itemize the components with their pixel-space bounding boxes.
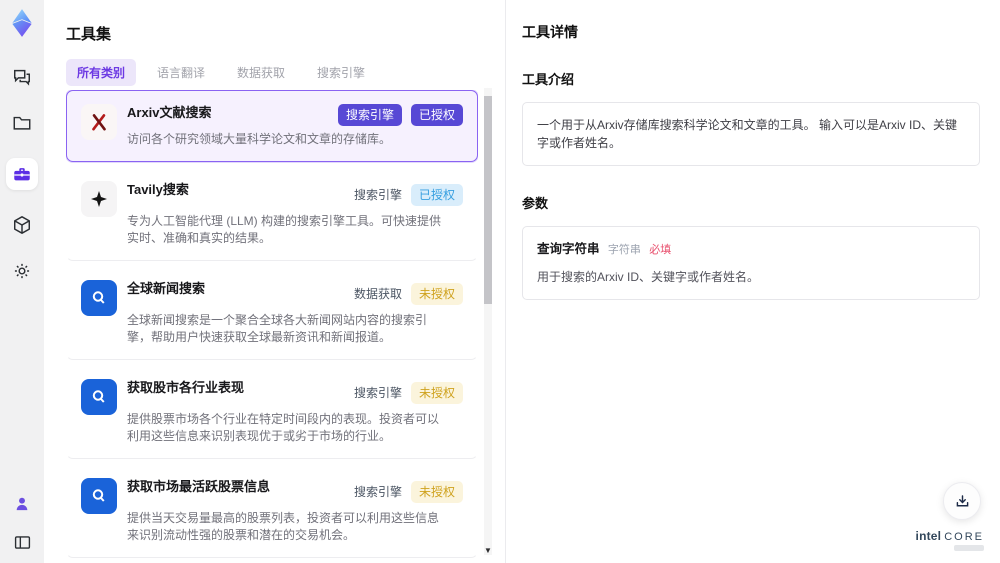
tool-card-global-news[interactable]: 全球新闻搜索 数据获取 未授权 全球新闻搜索是一个聚合全球各大新闻网站内容的搜索… [66,266,478,360]
core-text: CORE [944,531,984,543]
category-label: 搜索引擎 [353,485,402,499]
tool-name: 获取股市各行业表现 [127,380,245,395]
category-label: 数据获取 [353,287,402,301]
intro-box: 一个用于从Arxiv存储库搜索科学论文和文章的工具。 输入可以是Arxiv ID… [522,102,980,166]
tool-name: 获取市场最活跃股票信息 [127,479,271,494]
tool-card-active-stocks[interactable]: 获取市场最活跃股票信息 搜索引擎 未授权 提供当天交易量最高的股票列表，投资者可… [66,464,478,558]
tool-description: 提供当天交易量最高的股票列表，投资者可以利用这些信息来识别流动性强的股票和潜在的… [127,511,440,542]
settings-gear-icon[interactable] [11,260,33,282]
detail-title: 工具详情 [522,24,578,40]
tool-description: 访问各个研究领域大量科学论文和文章的存储库。 [127,132,392,146]
tab-all-categories[interactable]: 所有类别 [66,59,137,86]
auth-status-badge: 已授权 [410,183,463,206]
tab-data-fetch[interactable]: 数据获取 [226,59,296,86]
app-logo [7,8,37,38]
param-name: 查询字符串 [537,242,600,256]
blue-search-logo-icon [81,478,117,514]
auth-status-badge: 未授权 [410,282,463,305]
chat-icon[interactable] [11,66,33,88]
cube-icon[interactable] [11,214,33,236]
toolbox-icon[interactable] [6,158,38,190]
tool-card-arxiv[interactable]: Arxiv文献搜索 搜索引擎 已授权 访问各个研究领域大量科学论文和文章的存储库… [66,90,478,162]
auth-status-badge: 未授权 [410,381,463,404]
intro-heading: 工具介绍 [522,72,575,87]
tool-name: Arxiv文献搜索 [127,105,212,120]
tool-description: 专为人工智能代理 (LLM) 构建的搜索引擎工具。可快速提供实时、准确和真实的结… [127,214,442,245]
category-badge: 搜索引擎 [337,104,402,126]
tool-name: 全球新闻搜索 [127,281,206,296]
category-label: 搜索引擎 [353,386,402,400]
param-description: 用于搜索的Arxiv ID、关键字或作者姓名。 [537,270,760,284]
scrollbar-down-arrow[interactable]: ▼ [484,546,492,555]
tool-detail-panel: 工具详情 工具介绍 一个用于从Arxiv存储库搜索科学论文和文章的工具。 输入可… [505,0,1000,563]
page-title: 工具集 [66,26,112,43]
tab-language-translation[interactable]: 语言翻译 [146,59,216,86]
tool-list-panel: 工具集 所有类别 语言翻译 数据获取 搜索引擎 Arxiv文献搜索 搜索引擎 已… [44,0,505,563]
intel-core-logo: intel CORE [916,529,984,551]
params-heading: 参数 [522,196,549,211]
download-button[interactable] [943,482,981,520]
app-window: 工具集 所有类别 语言翻译 数据获取 搜索引擎 Arxiv文献搜索 搜索引擎 已… [0,0,1000,563]
intro-text: 一个用于从Arxiv存储库搜索科学论文和文章的工具。 输入可以是Arxiv ID… [537,118,958,150]
sidebar-rail [0,0,44,563]
category-label: 搜索引擎 [353,188,402,202]
param-type: 字符串 [607,244,641,256]
param-box: 查询字符串 字符串 必填 用于搜索的Arxiv ID、关键字或作者姓名。 [522,226,980,300]
tavily-star-icon [81,181,117,217]
scrollbar-thumb[interactable] [484,96,492,304]
tool-card-tavily[interactable]: Tavily搜索 搜索引擎 已授权 专为人工智能代理 (LLM) 构建的搜索引擎… [66,167,478,261]
tool-name: Tavily搜索 [127,182,189,197]
tool-description: 提供股票市场各个行业在特定时间段内的表现。投资者可以利用这些信息来识别表现优于或… [127,412,440,443]
panel-toggle-icon[interactable] [11,531,33,553]
brand-subtag [954,545,984,551]
blue-search-logo-icon [81,280,117,316]
tool-description: 全球新闻搜索是一个聚合全球各大新闻网站内容的搜索引擎，帮助用户快速获取全球最新资… [127,313,428,344]
folder-icon[interactable] [11,112,33,134]
tool-card-stock-sectors[interactable]: 获取股市各行业表现 搜索引擎 未授权 提供股票市场各个行业在特定时间段内的表现。… [66,365,478,459]
intel-text: intel [915,529,942,543]
arxiv-logo-icon [81,104,117,140]
auth-status-badge: 未授权 [410,480,463,503]
user-avatar-icon[interactable] [11,493,33,515]
tool-card-list: Arxiv文献搜索 搜索引擎 已授权 访问各个研究领域大量科学论文和文章的存储库… [66,90,478,563]
tab-search-engine[interactable]: 搜索引擎 [306,59,376,86]
blue-search-logo-icon [81,379,117,415]
param-required-flag: 必填 [649,244,672,256]
auth-status-badge: 已授权 [410,104,463,126]
category-tabs: 所有类别 语言翻译 数据获取 搜索引擎 [66,59,376,86]
